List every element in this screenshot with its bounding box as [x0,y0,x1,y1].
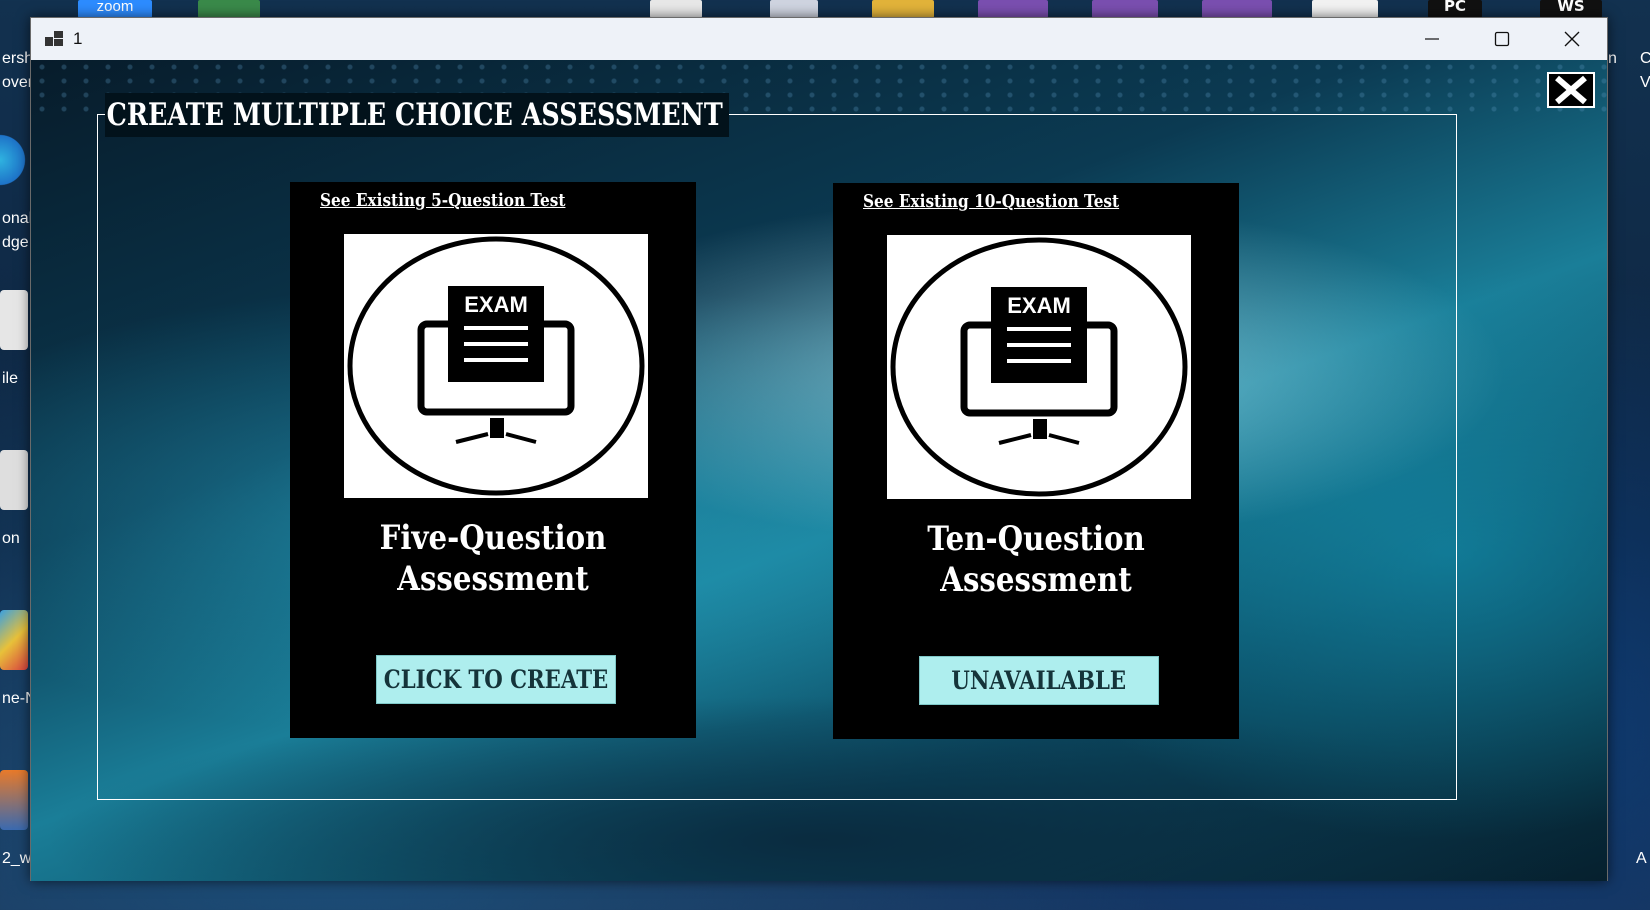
exam-text: EXAM [464,292,528,317]
minimize-button[interactable] [1397,18,1467,60]
exam-monitor-icon: EXAM [890,237,1188,497]
desktop-label: C [1640,50,1650,67]
click-to-create-button[interactable]: CLICK TO CREATE [376,655,616,704]
app-desktop-icon[interactable] [198,0,260,18]
exam-image: EXAM [887,235,1191,499]
pycharm-desktop-icon[interactable]: PC [1428,0,1482,18]
vs-desktop-icon-1[interactable] [978,0,1048,18]
button-label: CLICK TO CREATE [383,665,609,694]
exam-image: EXAM [344,234,648,498]
desktop-label: V [1640,74,1650,91]
desktop-label: on [2,530,20,547]
five-question-card: See Existing 5-Question Test EXAM Five-Q… [290,182,696,738]
desktop-label: onal [2,210,33,227]
card-title-line1: Five-Question [379,518,607,558]
file-desktop-icon[interactable] [0,450,28,510]
zoom-desktop-icon[interactable]: zoom [78,0,152,18]
form-content: CREATE MULTIPLE CHOICE ASSESSMENT See Ex… [31,60,1607,881]
card-title-line1: Ten-Question [927,519,1145,559]
desktop-taskbar-strip: zoom PC WS [0,0,1650,18]
exam-monitor-icon: EXAM [347,236,645,496]
pc-label: PC [1443,0,1466,15]
window-close-button[interactable] [1537,18,1607,60]
exam-text: EXAM [1007,293,1071,318]
see-existing-5-question-link[interactable]: See Existing 5-Question Test [320,190,565,211]
ws-label: WS [1557,0,1585,15]
close-icon [1555,75,1587,105]
form-close-button[interactable] [1547,72,1595,108]
vs-desktop-icon-3[interactable] [1202,0,1272,18]
card-title: Ten-Question Assessment [861,519,1210,601]
app-window: 1 CREATE MULTIPLE CHOICE ASSESSMENT See [30,17,1608,881]
see-existing-10-question-link[interactable]: See Existing 10-Question Test [863,191,1119,212]
desktop-label: ersh [2,50,34,67]
button-label: UNAVAILABLE [951,666,1127,695]
window-title: 1 [73,29,83,48]
webstorm-desktop-icon[interactable]: WS [1540,0,1602,18]
desktop-label: over [2,74,34,91]
page-title: CREATE MULTIPLE CHOICE ASSESSMENT [105,93,730,137]
desktop-label: n [1608,50,1617,67]
title-bar[interactable]: 1 [31,18,1607,60]
desktop-label: ile [2,370,19,387]
ten-question-card: See Existing 10-Question Test EXAM Ten-Q… [833,183,1239,739]
maximize-icon [1494,31,1510,47]
edge-desktop-icon[interactable] [0,130,28,190]
maximize-button[interactable] [1467,18,1537,60]
zoom-label: zoom [96,0,134,15]
java-desktop-icon[interactable] [0,770,28,830]
card-title: Five-Question Assessment [318,518,667,600]
desktop-label: dge [2,234,29,251]
vs-desktop-icon-2[interactable] [1092,0,1158,18]
close-icon [1564,31,1580,47]
unavailable-button[interactable]: UNAVAILABLE [919,656,1159,705]
document-desktop-icon[interactable] [650,0,702,18]
desktop-label: A [1636,850,1647,867]
package-desktop-icon[interactable] [0,610,28,670]
minimize-icon [1425,38,1439,40]
box-desktop-icon[interactable] [770,0,818,18]
file-desktop-icon[interactable] [0,290,28,350]
card-title-line2: Assessment [940,560,1132,600]
list-desktop-icon[interactable] [1312,0,1378,18]
tools-desktop-icon[interactable] [872,0,934,18]
card-title-line2: Assessment [397,559,589,599]
app-icon [45,31,63,47]
